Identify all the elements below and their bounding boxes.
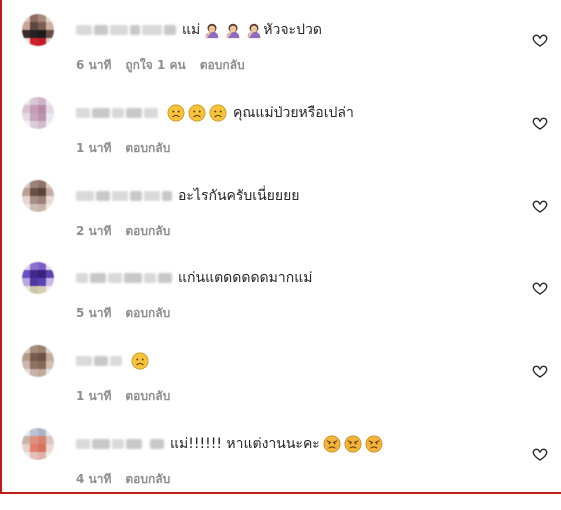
sad-face-emoji (131, 352, 149, 370)
heart-icon[interactable] (532, 198, 548, 214)
sad-face-emoji (167, 104, 185, 122)
reply-button[interactable]: ตอบกลับ (125, 470, 170, 489)
comment-item: แก่นแตดดดดดมากแม่ 5 นาที ตอบกลับ (0, 262, 561, 344)
comment-text-line: อะไรกันครับเนี่ยยยย (76, 186, 299, 206)
comment-item: อะไรกันครับเนี่ยยยย 2 นาที ตอบกลับ (0, 180, 561, 262)
comment-meta: 1 นาที ตอบกลับ (76, 387, 170, 406)
timestamp: 6 นาที (76, 58, 112, 72)
facepalm-woman-emoji (247, 23, 261, 39)
comment-body: แม่ (182, 22, 201, 38)
sad-face-emoji (188, 104, 206, 122)
emoji-group (164, 104, 227, 122)
timestamp: 4 นาที (76, 472, 112, 486)
facepalm-woman-emoji (226, 23, 240, 39)
emoji-group (128, 352, 149, 370)
avatar[interactable] (22, 345, 54, 377)
likes-count[interactable]: ถูกใจ 1 คน (125, 56, 185, 75)
reply-button[interactable]: ตอบกลับ (125, 304, 170, 323)
reply-button[interactable]: ตอบกลับ (200, 56, 245, 75)
comment-body-trailing: หัวจะปวด (263, 22, 322, 38)
comment-item: 1 นาที ตอบกลับ (0, 345, 561, 427)
comment-text-line: แก่นแตดดดดดมากแม่ (76, 268, 312, 288)
timestamp: 1 นาที (76, 141, 112, 155)
emoji-group (320, 435, 383, 453)
timestamp: 1 นาที (76, 389, 112, 403)
timestamp: 5 นาที (76, 306, 112, 320)
emoji-group (200, 21, 263, 39)
heart-icon[interactable] (532, 115, 548, 131)
angry-face-emoji (323, 435, 341, 453)
comment-text-line: คุณแม่ป่วยหรือเปล่า (76, 103, 354, 123)
comment-text-line (76, 351, 149, 371)
timestamp: 2 นาที (76, 224, 112, 238)
comment-text-line: แม่ หัวจะปวด (76, 20, 322, 40)
avatar[interactable] (22, 97, 54, 129)
comment-meta: 2 นาที ตอบกลับ (76, 222, 170, 241)
sad-face-emoji (209, 104, 227, 122)
comment-item: แม่ หัวจะปวด 6 นาที ถูกใจ 1 คน ตอบกลับ (0, 14, 561, 96)
username-redacted[interactable] (76, 356, 122, 366)
heart-icon[interactable] (532, 280, 548, 296)
username-redacted[interactable] (76, 191, 172, 201)
heart-icon[interactable] (532, 363, 548, 379)
comment-meta: 1 นาที ตอบกลับ (76, 139, 170, 158)
username-redacted[interactable] (76, 273, 172, 283)
comment-item: คุณแม่ป่วยหรือเปล่า 1 นาที ตอบกลับ (0, 97, 561, 179)
comment-item: แม่!!!!!! หาแต่งานนะคะ 4 นาที ตอบกลับ (0, 428, 561, 510)
avatar[interactable] (22, 180, 54, 212)
comment-body: อะไรกันครับเนี่ยยยย (178, 188, 300, 204)
heart-icon[interactable] (532, 32, 548, 48)
username-redacted[interactable] (76, 439, 164, 449)
reply-button[interactable]: ตอบกลับ (125, 139, 170, 158)
avatar[interactable] (22, 428, 54, 460)
username-redacted[interactable] (76, 25, 176, 35)
username-redacted[interactable] (76, 108, 158, 118)
comment-body: คุณแม่ป่วยหรือเปล่า (233, 105, 354, 121)
angry-face-emoji (365, 435, 383, 453)
reply-button[interactable]: ตอบกลับ (125, 222, 170, 241)
comment-text-line: แม่!!!!!! หาแต่งานนะคะ (76, 434, 383, 454)
heart-icon[interactable] (532, 446, 548, 462)
avatar[interactable] (22, 262, 54, 294)
avatar[interactable] (22, 14, 54, 46)
comment-body: แก่นแตดดดดดมากแม่ (178, 270, 313, 286)
comment-meta: 6 นาที ถูกใจ 1 คน ตอบกลับ (76, 56, 245, 75)
comments-panel: แม่ หัวจะปวด 6 นาที ถูกใจ 1 คน ตอบกลับ ค… (0, 0, 561, 494)
reply-button[interactable]: ตอบกลับ (125, 387, 170, 406)
comment-body: แม่!!!!!! หาแต่งานนะคะ (170, 436, 320, 452)
facepalm-woman-emoji (205, 23, 219, 39)
angry-face-emoji (344, 435, 362, 453)
comment-meta: 5 นาที ตอบกลับ (76, 304, 170, 323)
comment-meta: 4 นาที ตอบกลับ (76, 470, 170, 489)
